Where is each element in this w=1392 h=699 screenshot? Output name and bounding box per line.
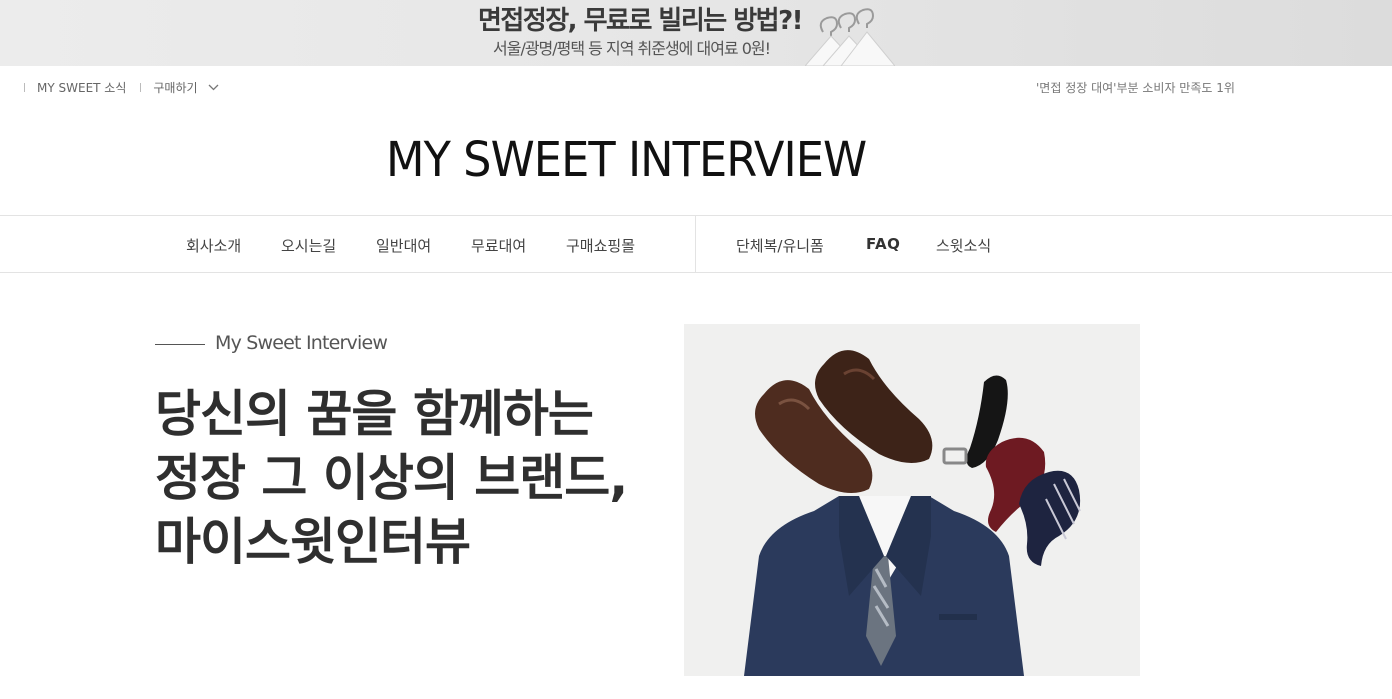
- nav-free-rental[interactable]: 무료대여: [471, 235, 526, 256]
- nav-general-rental[interactable]: 일반대여: [376, 235, 431, 256]
- purchase-dropdown[interactable]: 구매하기: [140, 79, 219, 96]
- purchase-dropdown-label: 구매하기: [153, 81, 198, 95]
- hero-eyebrow: My Sweet Interview: [215, 332, 388, 354]
- news-link-label: MY SWEET 소식: [37, 81, 127, 95]
- banner-title: 면접정장, 무료로 빌리는 방법?!: [478, 6, 804, 36]
- top-promo-banner[interactable]: 면접정장, 무료로 빌리는 방법?! 서울/광명/평택 등 지역 취준생에 대여…: [0, 0, 1392, 66]
- utility-links: MY SWEET 소식 구매하기: [24, 79, 219, 96]
- satisfaction-slogan: '면접 정장 대여'부분 소비자 만족도 1위: [1036, 81, 1235, 95]
- nav-sweet-news[interactable]: 스윗소식: [936, 235, 991, 256]
- nav-directions[interactable]: 오시는길: [281, 235, 336, 256]
- headline-line-2: 정장 그 이상의 브랜드,: [155, 449, 628, 507]
- hero-headline: 당신의 꿈을 함께하는 정장 그 이상의 브랜드, 마이스윗인터뷰: [155, 382, 675, 574]
- chevron-down-icon: [208, 84, 219, 91]
- hanger-icon: [805, 8, 895, 66]
- nav-shopping-mall[interactable]: 구매쇼핑몰: [566, 235, 635, 256]
- main-navigation: 회사소개 오시는길 일반대여 무료대여 구매쇼핑몰 단체복/유니폼 FAQ 스윗…: [0, 215, 1392, 273]
- nav-company-intro[interactable]: 회사소개: [186, 235, 241, 256]
- headline-line-3: 마이스윗인터뷰: [155, 513, 471, 571]
- nav-group-uniform[interactable]: 단체복/유니폼: [736, 235, 824, 256]
- headline-line-1: 당신의 꿈을 함께하는: [155, 385, 594, 443]
- site-logo[interactable]: MY SWEET INTERVIEW: [386, 130, 867, 190]
- nav-divider: [695, 216, 696, 273]
- nav-faq[interactable]: FAQ: [866, 235, 900, 253]
- divider: [140, 83, 142, 92]
- suit-outfit-image: [684, 324, 1140, 676]
- banner-subtitle: 서울/광명/평택 등 지역 취준생에 대여료 0원!: [493, 39, 771, 58]
- news-link[interactable]: MY SWEET 소식: [24, 79, 126, 96]
- divider: [24, 83, 25, 92]
- eyebrow-line: [155, 344, 205, 345]
